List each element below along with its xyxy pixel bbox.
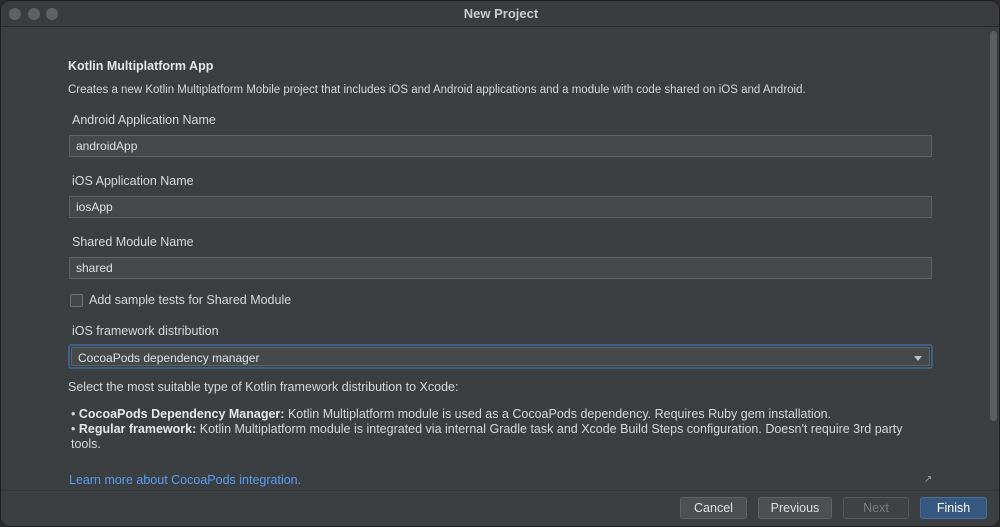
finish-button[interactable]: Finish [920,497,987,519]
bullet-regular-framework: • Regular framework: Kotlin Multiplatfor… [71,422,903,451]
learn-more-link[interactable]: Learn more about CocoaPods integration. [69,473,301,487]
bullet-regular-title: Regular framework: [78,422,197,436]
bullet-cocoapods-text: Kotlin Multiplatform module is used as a… [287,407,832,421]
window-title: New Project [463,6,539,21]
sample-tests-label[interactable]: Add sample tests for Shared Module [89,293,291,307]
ios-app-name-input[interactable] [69,196,932,218]
new-project-window: New Project Kotlin Multiplatform App Cre… [0,0,1000,527]
bullet-cocoapods: • CocoaPods Dependency Manager: Kotlin M… [71,407,832,421]
sample-tests-option[interactable]: Add sample tests for Shared Module [70,293,291,307]
distribution-label: iOS framework distribution [72,324,219,338]
previous-button[interactable]: Previous [758,497,832,519]
title-bar: New Project [1,1,999,27]
page-description: Creates a new Kotlin Multiplatform Mobil… [68,84,806,96]
ios-app-name-label: iOS Application Name [72,174,194,188]
shared-module-name-input[interactable] [69,257,932,279]
android-app-name-label: Android Application Name [72,113,216,127]
shared-module-name-label: Shared Module Name [72,235,194,249]
next-button[interactable]: Next [843,497,909,519]
distribution-hint: Select the most suitable type of Kotlin … [68,380,459,394]
bullet-cocoapods-title: CocoaPods Dependency Manager: [78,407,285,421]
dialog-footer: Cancel Previous Next Finish [1,490,999,526]
external-link-icon: ↗ [924,474,933,485]
bullet-regular-text: Kotlin Multiplatform module is integrate… [71,422,903,451]
sample-tests-checkbox[interactable] [70,293,83,307]
chevron-down-icon[interactable] [914,356,922,361]
vertical-scrollbar[interactable] [990,31,997,421]
distribution-selected-value: CocoaPods dependency manager [78,351,260,365]
distribution-dropdown[interactable]: CocoaPods dependency manager [68,344,933,369]
cancel-button[interactable]: Cancel [680,497,747,519]
page-title: Kotlin Multiplatform App [68,59,214,73]
distribution-dropdown-box[interactable]: CocoaPods dependency manager [71,347,930,366]
main-panel: Kotlin Multiplatform App Creates a new K… [1,28,991,490]
android-app-name-input[interactable] [69,135,932,157]
